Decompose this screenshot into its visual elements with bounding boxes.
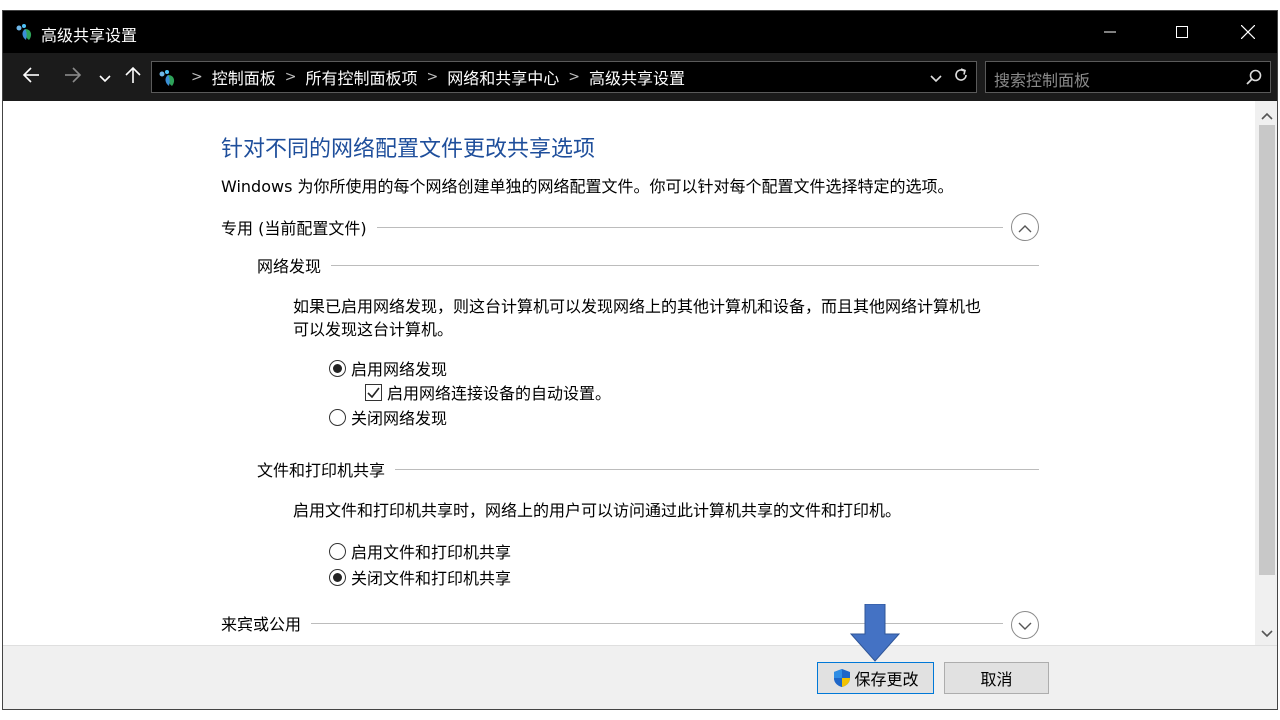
breadcrumb: > 控制面板 > 所有控制面板项 > 网络和共享中心 > 高级共享设置 <box>182 62 685 92</box>
network-discovery-off-label[interactable]: 关闭网络发现 <box>351 405 447 429</box>
expand-guest-public-button[interactable] <box>1011 611 1039 639</box>
network-discovery-header: 网络发现 <box>257 253 1039 277</box>
network-discovery-off-radio[interactable] <box>329 408 346 426</box>
page-description: Windows 为你所使用的每个网络创建单独的网络配置文件。你可以针对每个配置文… <box>221 177 954 196</box>
minimize-button[interactable] <box>1087 11 1133 53</box>
file-sharing-off-option[interactable]: 关闭文件和打印机共享 <box>329 565 511 589</box>
scroll-down-button[interactable] <box>1255 621 1277 643</box>
forward-button[interactable] <box>59 63 87 91</box>
chevron-down-icon <box>930 68 942 87</box>
breadcrumb-separator[interactable]: > <box>427 69 439 85</box>
checkmark-icon <box>367 383 380 402</box>
scrollbar-thumb[interactable] <box>1259 125 1275 575</box>
private-profile-header[interactable]: 专用 (当前配置文件) <box>221 215 1003 239</box>
divider <box>395 468 1039 470</box>
auto-setup-option[interactable]: 启用网络连接设备的自动设置。 <box>365 380 611 404</box>
address-bar[interactable]: > 控制面板 > 所有控制面板项 > 网络和共享中心 > 高级共享设置 <box>151 61 977 93</box>
window-title: 高级共享设置 <box>41 26 138 45</box>
breadcrumb-separator: > <box>191 69 203 85</box>
description-line: 可以发现这台计算机。 <box>293 320 454 339</box>
network-discovery-label: 网络发现 <box>257 257 322 276</box>
chevron-down-icon <box>1261 623 1273 642</box>
navigation-bar: > 控制面板 > 所有控制面板项 > 网络和共享中心 > 高级共享设置 搜索控制… <box>3 53 1277 101</box>
arrow-right-icon <box>64 67 82 87</box>
maximize-icon <box>1176 26 1188 38</box>
save-changes-button[interactable]: 保存更改 <box>817 662 934 694</box>
cancel-label: 取消 <box>980 670 1013 689</box>
uac-shield-icon <box>832 668 852 688</box>
radio-selected-dot <box>333 363 342 373</box>
maximize-button[interactable] <box>1159 11 1205 53</box>
divider <box>376 226 1003 228</box>
annotation-arrow-icon <box>849 603 901 662</box>
network-discovery-on-option[interactable]: 启用网络发现 <box>329 356 447 380</box>
file-sharing-on-radio[interactable] <box>329 542 346 560</box>
refresh-icon <box>953 67 969 87</box>
close-button[interactable] <box>1225 11 1271 53</box>
save-changes-label: 保存更改 <box>854 670 919 689</box>
auto-setup-checkbox[interactable] <box>365 383 382 402</box>
network-center-icon <box>15 23 35 41</box>
collapse-private-button[interactable] <box>1011 213 1039 241</box>
search-control-panel[interactable]: 搜索控制面板 <box>985 61 1271 93</box>
network-discovery-on-label[interactable]: 启用网络发现 <box>351 356 447 380</box>
private-profile-label: 专用 (当前配置文件) <box>221 219 367 238</box>
file-printer-sharing-label: 文件和打印机共享 <box>257 461 386 480</box>
settings-content: 针对不同的网络配置文件更改共享选项 Windows 为你所使用的每个网络创建单独… <box>3 101 1255 645</box>
up-button[interactable] <box>119 63 147 91</box>
guest-public-profile-label: 来宾或公用 <box>221 615 302 634</box>
refresh-button[interactable] <box>950 66 972 88</box>
file-sharing-off-radio[interactable] <box>329 568 346 586</box>
address-history-button[interactable] <box>926 66 946 88</box>
chevron-up-icon <box>1018 218 1032 237</box>
chevron-down-icon <box>99 68 111 87</box>
title-bar: 高级共享设置 <box>3 11 1277 53</box>
search-input[interactable]: 搜索控制面板 <box>994 67 1090 91</box>
breadcrumb-item-advanced-sharing[interactable]: 高级共享设置 <box>589 65 685 89</box>
recent-locations-button[interactable] <box>91 63 119 91</box>
file-sharing-on-option[interactable]: 启用文件和打印机共享 <box>329 539 511 563</box>
network-discovery-description: 如果已启用网络发现，则这台计算机可以发现网络上的其他计算机和设备，而且其他网络计… <box>293 295 981 341</box>
network-discovery-off-option[interactable]: 关闭网络发现 <box>329 405 447 429</box>
breadcrumb-separator[interactable]: > <box>285 69 297 85</box>
file-printer-sharing-header: 文件和打印机共享 <box>257 457 1039 481</box>
radio-selected-dot <box>333 572 342 582</box>
cancel-button[interactable]: 取消 <box>944 662 1049 694</box>
search-icon[interactable] <box>1246 69 1262 89</box>
chevron-down-icon <box>1018 616 1032 635</box>
breadcrumb-separator[interactable]: > <box>568 69 580 85</box>
description-line: 如果已启用网络发现，则这台计算机可以发现网络上的其他计算机和设备，而且其他网络计… <box>293 297 982 316</box>
back-button[interactable] <box>17 63 45 91</box>
control-panel-icon <box>158 69 178 87</box>
minimize-icon <box>1104 26 1116 38</box>
close-icon <box>1241 25 1255 39</box>
breadcrumb-item-all-items[interactable]: 所有控制面板项 <box>305 65 417 89</box>
breadcrumb-item-network-center[interactable]: 网络和共享中心 <box>447 65 559 89</box>
arrow-left-icon <box>22 67 40 87</box>
file-printer-sharing-description: 启用文件和打印机共享时，网络上的用户可以访问通过此计算机共享的文件和打印机。 <box>293 501 902 520</box>
action-bar: 保存更改 取消 <box>3 645 1277 709</box>
network-discovery-on-radio[interactable] <box>329 359 346 377</box>
breadcrumb-item-control-panel[interactable]: 控制面板 <box>212 65 276 89</box>
advanced-sharing-settings-window: 高级共享设置 > 控制面板 > 所有控制面板项 > 网络和共享中心 > 高级共享… <box>2 10 1278 710</box>
file-sharing-on-label[interactable]: 启用文件和打印机共享 <box>351 539 511 563</box>
file-sharing-off-label[interactable]: 关闭文件和打印机共享 <box>351 565 511 589</box>
vertical-scrollbar[interactable] <box>1255 101 1277 645</box>
arrow-up-icon <box>125 66 141 88</box>
chevron-up-icon <box>1261 105 1273 124</box>
auto-setup-label[interactable]: 启用网络连接设备的自动设置。 <box>387 380 611 404</box>
scroll-up-button[interactable] <box>1255 103 1277 125</box>
page-title: 针对不同的网络配置文件更改共享选项 <box>221 137 596 162</box>
divider <box>331 264 1039 266</box>
